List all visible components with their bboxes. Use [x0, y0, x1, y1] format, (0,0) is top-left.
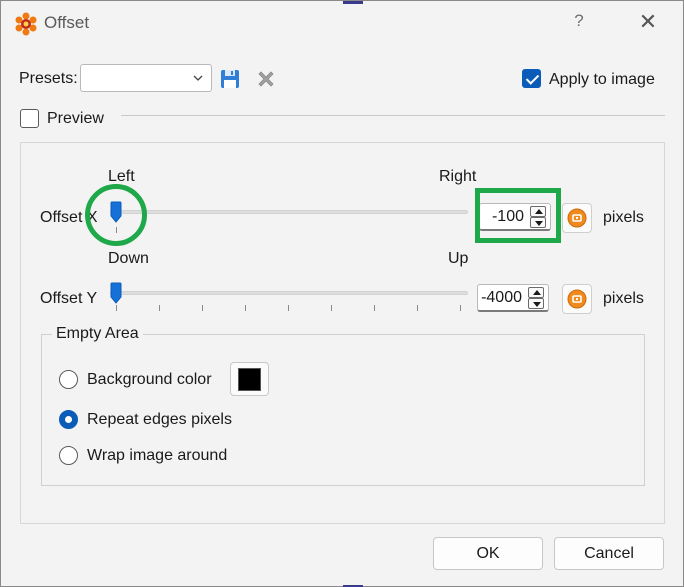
offset-x-right-label: Right: [439, 168, 477, 185]
preview-label: Preview: [47, 110, 104, 127]
preview-divider: [121, 115, 665, 116]
window-title: Offset: [44, 13, 90, 32]
offset-y-tick: [159, 305, 160, 311]
presets-label: Presets:: [19, 70, 78, 87]
reset-icon: [567, 208, 587, 228]
offset-y-down-label: Down: [108, 250, 149, 267]
wrap-image-label: Wrap image around: [87, 447, 228, 464]
reset-icon: [567, 289, 587, 309]
delete-icon[interactable]: [255, 68, 277, 90]
repeat-edges-label: Repeat edges pixels: [87, 411, 232, 428]
chevron-down-icon: [193, 75, 203, 81]
offset-y-up-label: Up: [448, 250, 469, 267]
apply-to-image-checkbox[interactable]: [522, 69, 541, 88]
offset-y-tick: [417, 305, 418, 311]
apply-to-image-label: Apply to image: [549, 71, 655, 88]
presets-dropdown[interactable]: [80, 64, 212, 92]
offset-y-value[interactable]: -4000: [481, 289, 522, 307]
highlight-rectangle: [475, 188, 561, 243]
offset-y-slider-track[interactable]: [110, 291, 468, 295]
offset-y-tick: [460, 305, 461, 311]
save-icon[interactable]: [219, 68, 241, 90]
background-color-label: Background color: [87, 371, 212, 388]
offset-y-tick: [202, 305, 203, 311]
background-color-radio[interactable]: [59, 370, 78, 389]
wrap-image-radio[interactable]: [59, 446, 78, 465]
offset-y-label: Offset Y: [40, 290, 98, 307]
help-button[interactable]: ?: [567, 11, 591, 37]
offset-y-tick: [331, 305, 332, 311]
close-button[interactable]: ✕: [633, 9, 663, 39]
preview-checkbox[interactable]: [20, 109, 39, 128]
offset-x-slider-track[interactable]: [110, 210, 468, 214]
repeat-edges-radio[interactable]: [59, 410, 78, 429]
app-logo-icon: [15, 12, 37, 36]
title-bar: Offset ? ✕: [1, 1, 683, 47]
offset-x-unit: pixels: [603, 209, 644, 226]
background-color-swatch: [238, 368, 261, 391]
offset-y-unit: pixels: [603, 290, 644, 307]
offset-y-increment-button[interactable]: [528, 287, 544, 298]
background-color-picker-button[interactable]: [230, 362, 269, 396]
offset-x-reset-button[interactable]: [562, 203, 592, 233]
offset-y-spinbox[interactable]: -4000: [477, 284, 549, 312]
ok-button[interactable]: OK: [433, 537, 543, 570]
cancel-button[interactable]: Cancel: [554, 537, 664, 570]
offset-y-tick: [374, 305, 375, 311]
highlight-circle: [85, 184, 147, 246]
offset-y-decrement-button[interactable]: [528, 298, 544, 309]
offset-dialog: Offset ? ✕ Presets: Apply to image Previ…: [0, 0, 684, 587]
offset-y-reset-button[interactable]: [562, 284, 592, 314]
offset-y-tick: [116, 305, 117, 311]
offset-y-slider-thumb[interactable]: [110, 282, 122, 304]
offset-y-tick: [288, 305, 289, 311]
offset-y-tick: [245, 305, 246, 311]
empty-area-title: Empty Area: [52, 325, 143, 343]
